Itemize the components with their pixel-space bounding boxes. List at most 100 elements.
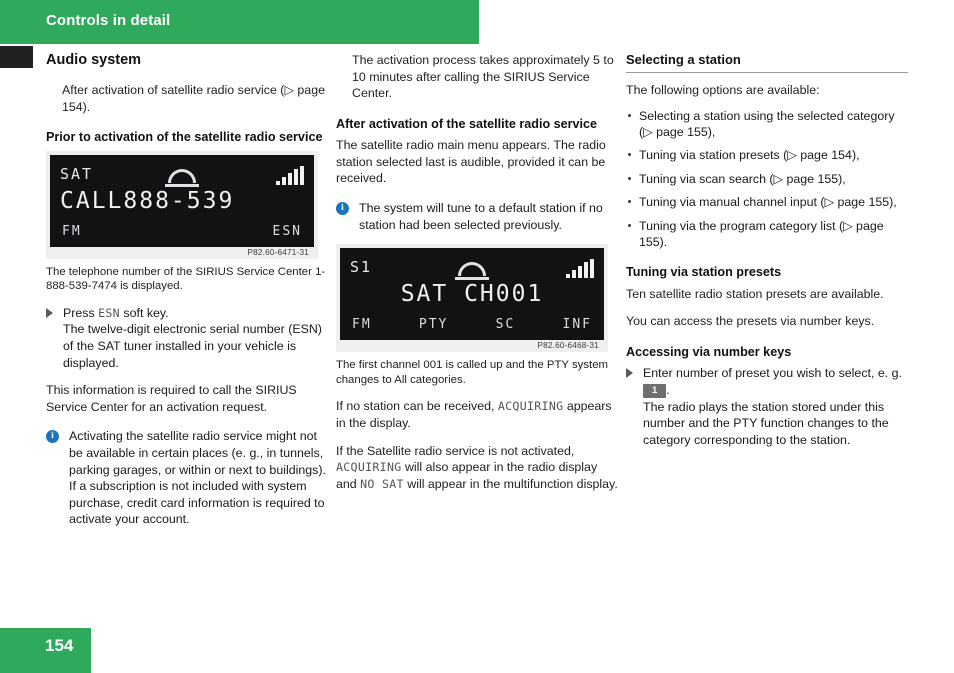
- list-item: Tuning via scan search (▷ page 155),: [626, 171, 908, 187]
- signal-bars-icon: [566, 259, 594, 279]
- heading-tuning-via-presets: Tuning via station presets: [626, 265, 782, 280]
- note-text: Activating the satellite radio service m…: [69, 429, 326, 527]
- signal-bar-5: [300, 165, 304, 185]
- figure-caption-1: The telephone number of the SIRIUS Servi…: [46, 265, 326, 293]
- display-status-row: SAT: [60, 164, 304, 187]
- topic-title: Audio system: [46, 52, 142, 68]
- step-lead-pre: Enter number of preset you wish to selec…: [643, 366, 902, 381]
- lcd-acquiring: ACQUIRING: [497, 399, 564, 414]
- option-label: Tuning via station presets (▷ page 154),: [639, 148, 860, 163]
- display-mode-label: SAT: [60, 164, 94, 183]
- radio-display-screen: S1 SAT CH001 FM PTY SC INF: [340, 248, 604, 341]
- lcd-no-sat: NO SAT: [360, 476, 404, 491]
- column-two-intro-block: The activation process takes approximate…: [336, 52, 618, 102]
- list-item: Tuning via station presets (▷ page 154),: [626, 147, 908, 163]
- note-availability: i Activating the satellite radio service…: [46, 428, 328, 528]
- radio-display-figure-1: SAT CALL888-539 FM ESN P82.60-6471-31: [46, 150, 328, 259]
- bullet-dot-icon: [628, 200, 631, 204]
- figure-caption-2: The first channel 001 is called up and t…: [336, 359, 609, 386]
- signal-bar-2: [572, 270, 576, 279]
- column-one-intro-block: After activation of satellite radio serv…: [46, 82, 328, 115]
- info-icon: i: [336, 201, 349, 215]
- figure-code: P82.60-6468-31: [537, 341, 599, 351]
- page-number: 154: [45, 636, 74, 655]
- display-main-text: SAT CH001: [400, 281, 544, 308]
- softkey-fm: FM: [352, 317, 372, 333]
- signal-bars-icon: [276, 165, 304, 185]
- heading-after-activation: After activation of the satellite radio …: [336, 116, 598, 131]
- note-default-station: i The system will tune to a default stat…: [336, 200, 618, 233]
- station-options-list: Selecting a station using the selected c…: [626, 108, 908, 251]
- bullet-dot-icon: [628, 176, 631, 180]
- option-label: Selecting a station using the selected c…: [639, 108, 895, 139]
- signal-bar-5: [590, 259, 594, 279]
- signal-bar-3: [578, 266, 582, 279]
- signal-bar-1: [276, 180, 280, 185]
- bullet-dot-icon: [628, 153, 631, 157]
- column-three: Selecting a station The following option…: [626, 52, 908, 459]
- softkey-fm: FM: [62, 223, 82, 239]
- paragraph-activation-request: This information is required to call the…: [46, 383, 297, 414]
- paragraph-presets-number-keys: You can access the presets via number ke…: [626, 314, 875, 329]
- option-label: Tuning via the program category list (▷ …: [639, 218, 884, 250]
- softkey-inf: INF: [562, 317, 592, 333]
- display-main-text: CALL888-539: [60, 187, 235, 214]
- display-status-row: S1: [350, 257, 594, 281]
- display-frame: S1 SAT CH001 FM PTY SC INF P82.60-6468-3…: [336, 244, 608, 353]
- softkey-esn: ESN: [272, 223, 302, 239]
- display-softkey-row: FM ESN: [62, 224, 302, 239]
- softkey-pty: PTY: [418, 317, 449, 333]
- signal-bar-3: [288, 172, 292, 185]
- display-softkey-row: FM PTY SC INF: [352, 317, 592, 332]
- activation-process-paragraph: The activation process takes approximate…: [352, 53, 614, 101]
- phone-handset-icon: [165, 168, 199, 187]
- signal-bar-4: [584, 262, 588, 279]
- phone-handset-icon: [455, 262, 489, 281]
- step-lead-key: ESN: [98, 305, 120, 320]
- heading-prior-activation: Prior to activation of the satellite rad…: [46, 130, 323, 145]
- signal-bar-2: [282, 176, 286, 185]
- handset-shape: [168, 168, 196, 183]
- option-label: Tuning via scan search (▷ page 155),: [639, 171, 846, 186]
- radio-display-screen: SAT CALL888-539 FM ESN: [50, 154, 314, 247]
- step-triangle-icon: [626, 368, 633, 379]
- number-key-1-icon: 1: [643, 384, 667, 399]
- display-frame: SAT CALL888-539 FM ESN P82.60-6471-31: [46, 150, 318, 259]
- paragraph-main-menu: The satellite radio main menu appears. T…: [336, 138, 606, 186]
- step-lead-post: soft key.: [119, 305, 169, 320]
- step-lead-pre: Press: [63, 305, 99, 320]
- handset-shape: [458, 262, 486, 277]
- not-activated-c: will appear in the multifunction display…: [403, 476, 618, 491]
- cradle-shape: [455, 277, 489, 281]
- section-heading-selecting-a-station: Selecting a station: [626, 52, 908, 73]
- step-enter-preset-number: Enter number of preset you wish to selec…: [626, 365, 908, 448]
- paragraph-no-station: If no station can be received, ACQUIRING…: [336, 398, 618, 431]
- figure-code: P82.60-6471-31: [247, 247, 309, 257]
- info-icon: i: [46, 430, 59, 444]
- not-activated-a: If the Satellite radio service is not ac…: [336, 443, 575, 458]
- no-station-pre: If no station can be received,: [336, 399, 498, 414]
- note-text: The system will tune to a default statio…: [359, 200, 603, 232]
- signal-bar-4: [294, 168, 298, 185]
- paragraph-presets-available: Ten satellite radio station presets are …: [626, 286, 884, 301]
- step-detail: The radio plays the station stored under…: [643, 399, 889, 447]
- heading-accessing-number-keys: Accessing via number keys: [626, 345, 792, 360]
- column-one: Audio system After activation of satelli…: [46, 52, 328, 539]
- option-label: Tuning via manual channel input (▷ page …: [639, 195, 897, 210]
- step-triangle-icon: [46, 307, 53, 318]
- cradle-shape: [165, 183, 199, 187]
- paragraph-not-activated: If the Satellite radio service is not ac…: [336, 443, 618, 493]
- options-lead: The following options are available:: [626, 83, 820, 97]
- list-item: Tuning via manual channel input (▷ page …: [626, 194, 908, 210]
- step-press-esn: Press ESN soft key. The twelve-digit ele…: [46, 305, 328, 371]
- signal-bar-1: [566, 274, 570, 279]
- softkey-sc: SC: [495, 317, 516, 333]
- column-two: The activation process takes approximate…: [336, 52, 618, 503]
- bullet-dot-icon: [628, 113, 631, 117]
- intro-paragraph: After activation of satellite radio serv…: [62, 83, 325, 114]
- list-item: Tuning via the program category list (▷ …: [626, 218, 908, 251]
- step-lead-post: .: [666, 383, 670, 398]
- chapter-title: Controls in detail: [46, 12, 171, 29]
- lcd-acquiring-2: ACQUIRING: [336, 460, 402, 475]
- display-preset-label: S1: [350, 258, 373, 277]
